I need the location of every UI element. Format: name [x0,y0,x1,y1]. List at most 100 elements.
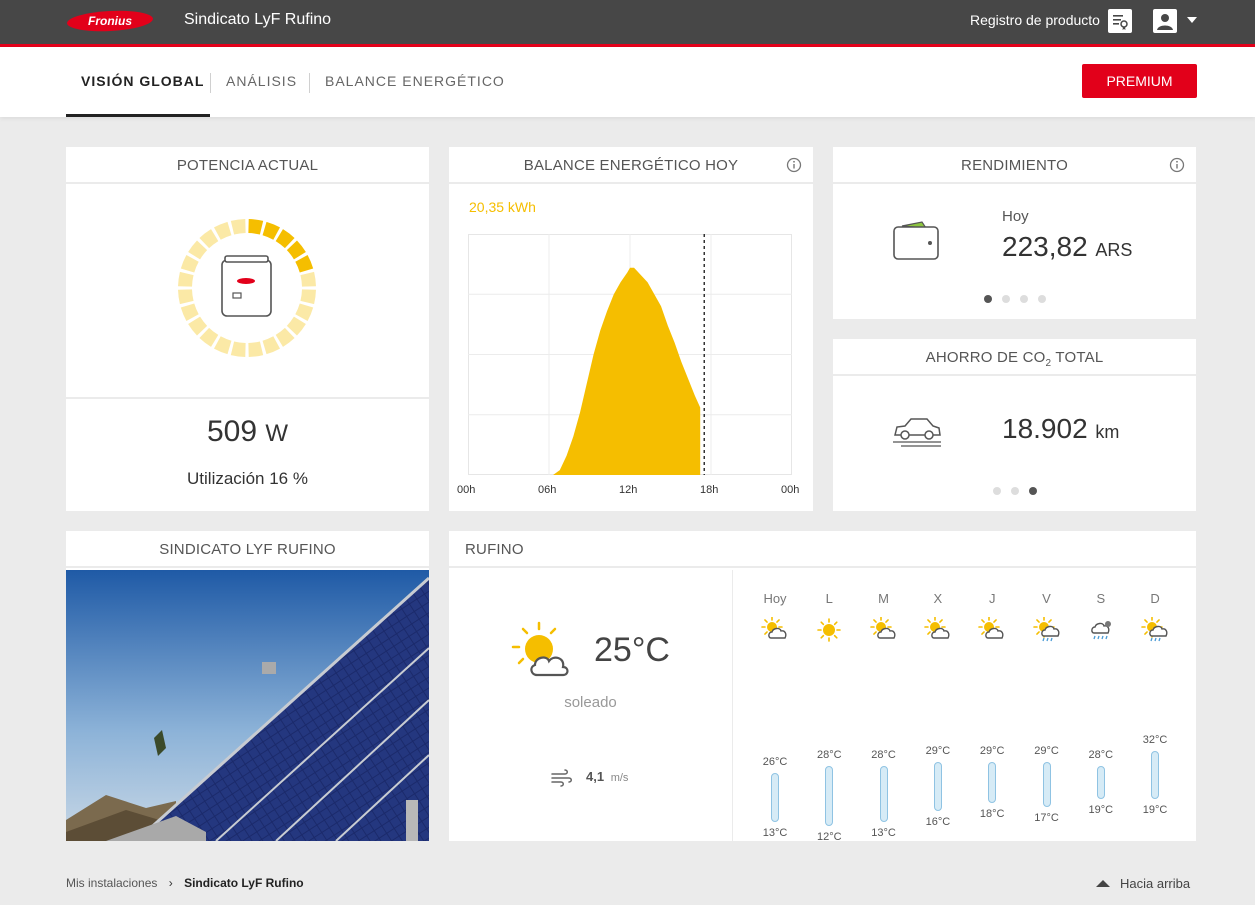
forecast-day-label: L [825,591,833,606]
fronius-logo[interactable]: Fronius [66,9,154,33]
tab-vision-global[interactable]: VISIÓN GLOBAL [81,73,204,89]
forecast-min-temp: 19°C [1088,804,1114,817]
forecast-min-temp: 18°C [979,808,1005,820]
user-avatar-icon[interactable] [1153,9,1177,33]
forecast-day-label: X [933,591,943,606]
gauge-segment [248,341,264,357]
wind-icon [551,769,572,787]
pager-dot[interactable] [1011,487,1019,495]
breadcrumb: Mis instalaciones › Sindicato LyF Rufino [66,876,304,890]
forecast-temp-range-bar [825,765,834,826]
power-number: 509 [206,415,258,448]
pager-dot[interactable] [993,487,1001,495]
sun-icon [817,618,842,642]
wind-speed: 4,1 m/s [586,769,628,784]
current-power-card: POTENCIA ACTUAL 509 W Utilización 16 % [66,147,429,511]
tab-analisis[interactable]: ANÁLISIS [226,73,297,89]
pager-dot[interactable] [1002,295,1010,303]
forecast-max-temp: 29°C [979,744,1005,757]
yield-pager [984,295,1046,303]
weather-condition: soleado [564,694,617,711]
wind-unit: m/s [610,772,629,784]
forecast-day-label: V [1042,591,1051,606]
forecast-temp-range-bar [771,773,779,822]
active-tab-indicator [66,114,210,117]
weather-card: RUFINO 25°C soleado 4,1 m/s Hoy 26°C 13°C L… [449,531,1196,843]
forecast-day-label: S [1096,591,1106,606]
breadcrumb-current: Sindicato LyF Rufino [184,876,304,890]
forecast-icon-wrap [924,616,952,648]
back-to-top-link[interactable]: Hacia arriba [1096,876,1190,891]
logo-text: Fronius [88,14,132,28]
chevron-down-icon[interactable] [1187,17,1197,23]
yield-card: RENDIMIENTO Hoy 223,82 ARS [833,147,1196,319]
forecast-day-label: J [988,591,996,606]
sun-rain-icon [1032,616,1059,642]
product-registration-link[interactable]: Registro de producto [970,12,1100,28]
production-area [553,267,701,475]
forecast-icon-wrap [978,616,1006,648]
product-registration-icon[interactable] [1108,9,1132,33]
co2-value: 18.902 km [1002,413,1119,445]
partly-cloudy-icon [978,616,1004,639]
forecast-temp-range-bar [1042,761,1051,807]
forecast-icon-wrap [1141,616,1169,648]
forecast-max-temp: 28°C [1088,748,1114,761]
forecast-day-label: D [1150,591,1160,606]
gauge-segment [300,271,316,287]
info-icon[interactable] [1169,157,1185,173]
gauge-segment [286,240,306,260]
pager-dot[interactable] [1029,487,1037,495]
tab-balance-energetico[interactable]: BALANCE ENERGÉTICO [325,73,505,89]
tab-divider [309,73,310,93]
inverter-icon [221,255,272,317]
wallet-icon [893,221,939,260]
co2-number: 18.902 [1002,413,1088,444]
x-tick-label: 00h [781,484,800,496]
forecast-day-label: Hoy [763,591,787,606]
forecast-max-temp: 28°C [817,748,842,761]
energy-balance-chart [468,234,792,475]
co2-pager [993,487,1037,495]
info-icon[interactable] [786,157,802,173]
co2-title-suffix: TOTAL [1051,349,1104,366]
forecast-min-temp: 17°C [1034,811,1059,824]
forecast-min-temp: 19°C [1142,804,1168,817]
site-title: Sindicato LyF Rufino [184,11,332,28]
divider [66,397,429,399]
chevron-up-icon [1096,880,1110,887]
card-title: POTENCIA ACTUAL [66,147,429,184]
gauge-segment [199,229,219,249]
yield-period-label: Hoy [1002,208,1029,225]
gauge-segment [188,316,208,336]
forecast-max-temp: 29°C [925,744,951,757]
x-tick-label: 12h [619,484,638,496]
pager-dot[interactable] [1020,295,1028,303]
x-tick-label: 06h [538,484,557,496]
gauge-segment [199,327,219,347]
gauge-segment [180,303,199,321]
solar-panel-photo[interactable] [66,570,429,841]
forecast-icon-wrap [761,616,789,648]
current-temperature: 25°C [594,631,670,669]
forecast-icon-wrap [1087,617,1115,648]
gauge-segment [262,336,280,355]
breadcrumb-root[interactable]: Mis instalaciones [66,876,157,890]
pager-dot[interactable] [1038,295,1046,303]
sun-rain-icon [1141,616,1168,642]
gauge-segment [214,336,232,355]
gauge-segment [275,327,295,347]
forecast-temp-range-bar [933,761,942,811]
premium-button[interactable]: PREMIUM [1082,64,1197,98]
forecast-min-temp: 12°C [817,830,842,843]
gauge-segment [230,341,246,357]
card-title: RUFINO [449,531,1196,568]
co2-title-prefix: AHORRO DE CO [925,349,1046,366]
pager-dot[interactable] [984,295,992,303]
forecast-min-temp: 13°C [762,826,788,839]
gauge-segment [178,271,194,287]
forecast-max-temp: 32°C [1142,733,1168,746]
breadcrumb-separator: › [168,876,173,890]
card-title: BALANCE ENERGÉTICO HOY [449,147,813,184]
gauge-segment [214,221,232,240]
